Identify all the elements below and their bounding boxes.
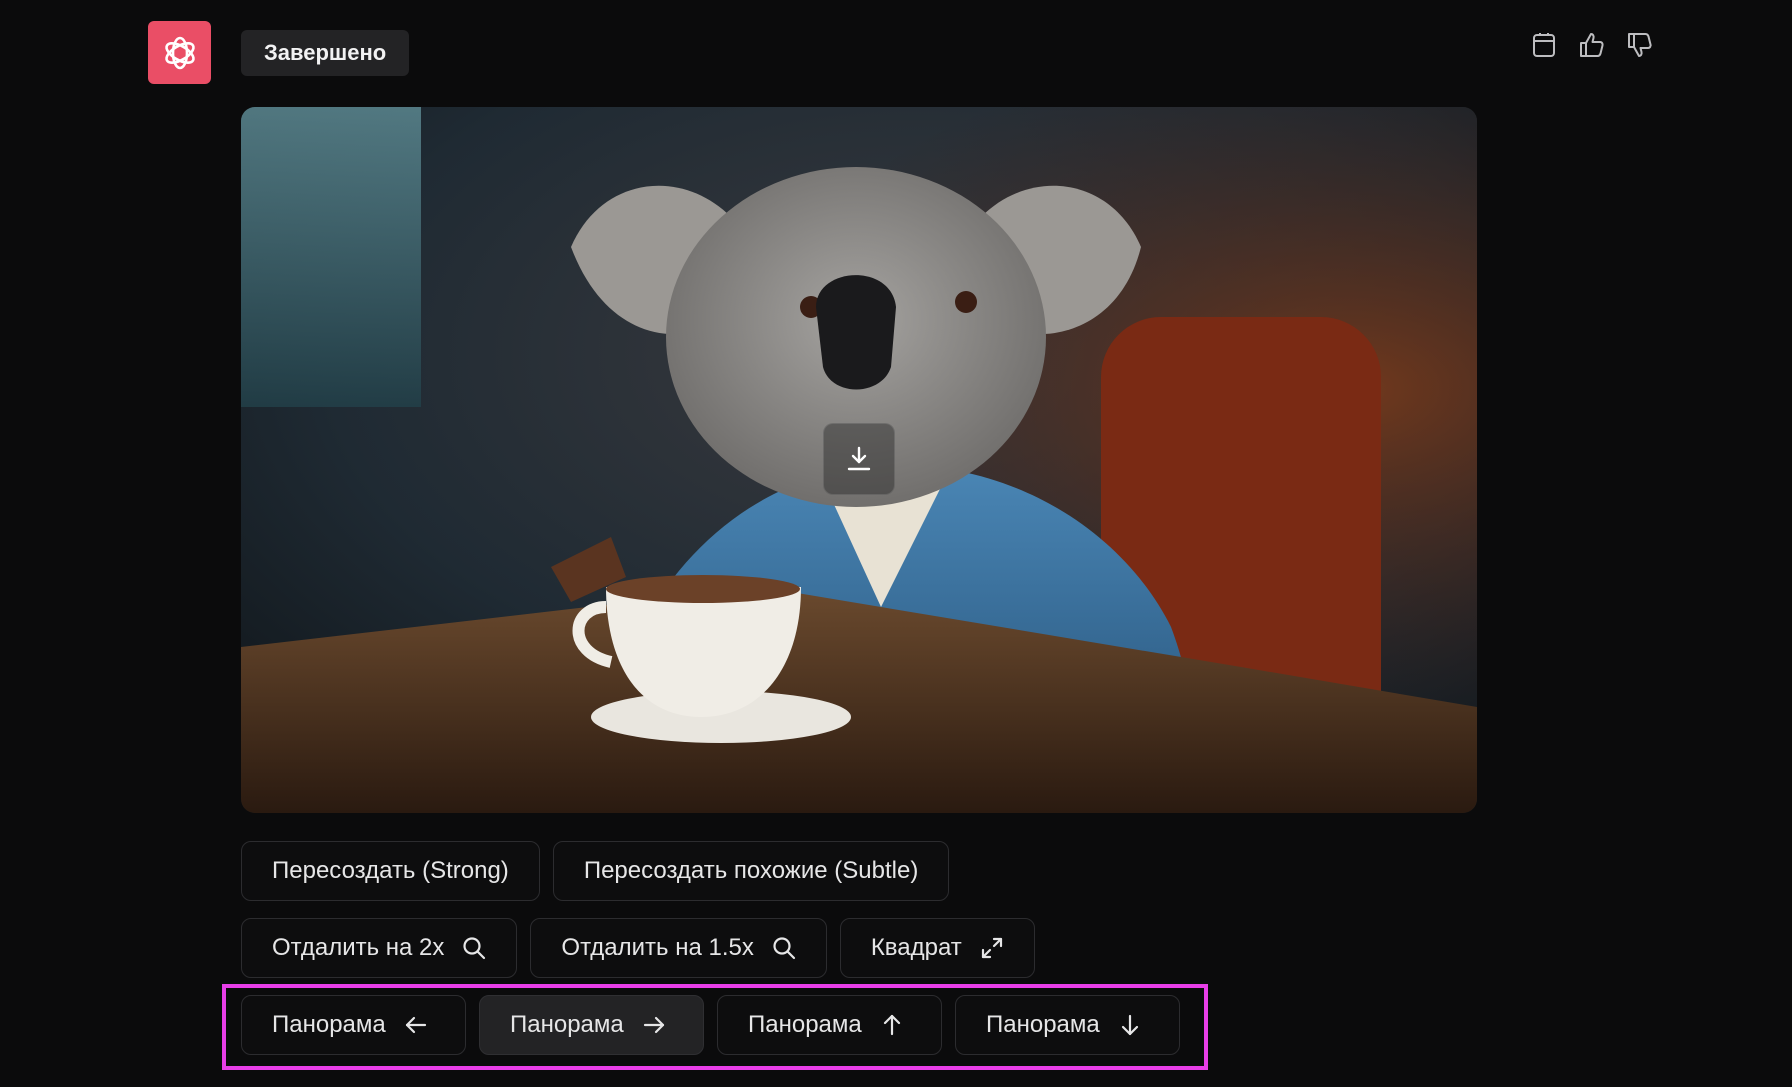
button-label: Панорама — [986, 1011, 1100, 1038]
page: Завершено Пересоздать (Strong) Пересозда… — [0, 0, 1792, 1087]
regenerate-row: Пересоздать (Strong) Пересоздать похожие… — [241, 841, 950, 901]
pan-up-button[interactable]: Панорама — [717, 995, 942, 1055]
openai-logo-icon — [148, 21, 211, 84]
copy-icon[interactable] — [1530, 28, 1558, 62]
button-label: Панорама — [510, 1011, 624, 1038]
arrow-left-icon — [404, 1013, 428, 1037]
button-label: Квадрат — [870, 934, 962, 961]
button-label: Пересоздать похожие (Subtle) — [583, 857, 919, 884]
pan-right-button[interactable]: Панорама — [479, 995, 704, 1055]
message-actions — [1530, 28, 1654, 62]
zoom-out-2x-button[interactable]: Отдалить на 2x — [241, 918, 518, 978]
button-label: Отдалить на 1.5x — [561, 934, 754, 961]
generated-image[interactable] — [241, 107, 1477, 813]
expand-icon — [980, 936, 1004, 960]
button-label: Пересоздать (Strong) — [272, 857, 509, 884]
arrow-up-icon — [880, 1013, 904, 1037]
arrow-right-icon — [642, 1013, 666, 1037]
zoom-row: Отдалить на 2x Отдалить на 1.5x Квадрат — [241, 918, 1035, 978]
thumbs-down-icon[interactable] — [1626, 28, 1654, 62]
search-icon — [462, 936, 486, 960]
regenerate-strong-button[interactable]: Пересоздать (Strong) — [241, 841, 540, 901]
regenerate-subtle-button[interactable]: Пересоздать похожие (Subtle) — [552, 841, 950, 901]
download-icon — [847, 446, 871, 471]
button-label: Панорама — [748, 1011, 862, 1038]
square-button[interactable]: Квадрат — [839, 918, 1035, 978]
pan-row: Панорама Панорама Панорама Панорама — [241, 995, 1180, 1055]
pan-left-button[interactable]: Панорама — [241, 995, 466, 1055]
pan-down-button[interactable]: Панорама — [955, 995, 1180, 1055]
download-button[interactable] — [823, 423, 895, 495]
status-label: Завершено — [264, 40, 387, 65]
search-icon — [772, 936, 796, 960]
thumbs-up-icon[interactable] — [1578, 28, 1606, 62]
zoom-out-1-5x-button[interactable]: Отдалить на 1.5x — [530, 918, 827, 978]
arrow-down-icon — [1118, 1013, 1142, 1037]
button-label: Отдалить на 2x — [272, 934, 445, 961]
button-label: Панорама — [272, 1011, 386, 1038]
status-badge: Завершено — [241, 30, 410, 76]
